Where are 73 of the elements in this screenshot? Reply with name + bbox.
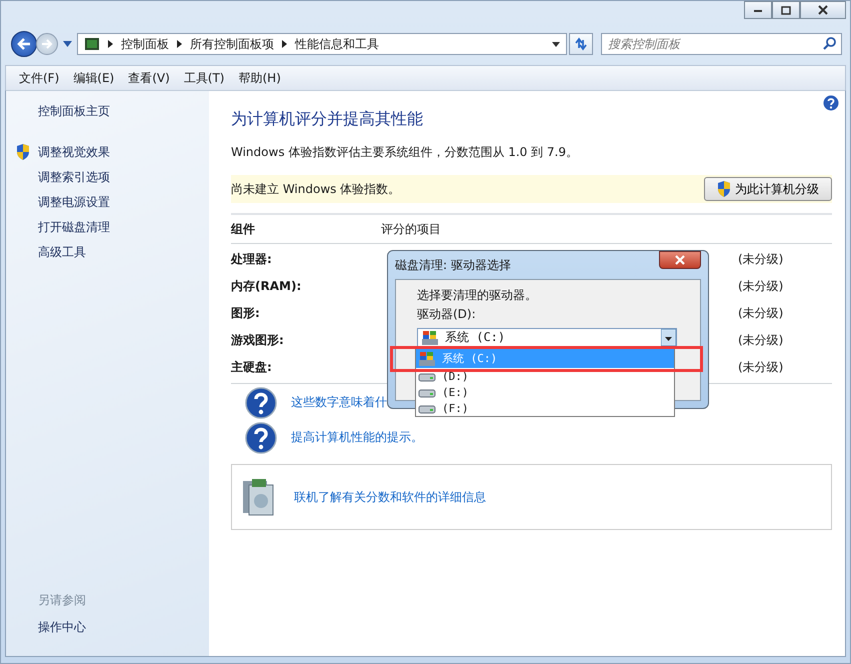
see-also-heading: 另请参阅 bbox=[38, 592, 87, 609]
drive-option[interactable]: (D:) bbox=[416, 368, 674, 384]
software-box-icon bbox=[240, 477, 276, 517]
search-icon bbox=[823, 37, 836, 50]
component-label: 图形: bbox=[231, 305, 261, 322]
close-button[interactable] bbox=[800, 1, 846, 19]
back-arrow-icon bbox=[17, 38, 31, 50]
sidebar-link[interactable]: 控制面板主页 bbox=[38, 103, 209, 120]
breadcrumb-arrow-icon[interactable] bbox=[177, 40, 182, 48]
menu-item[interactable]: 帮助(H) bbox=[238, 70, 281, 86]
address-bar[interactable]: 控制面板 所有控制面板项 性能信息和工具 bbox=[77, 33, 567, 55]
menu-item[interactable]: 文件(F) bbox=[19, 70, 60, 86]
maximize-icon bbox=[781, 6, 791, 14]
maximize-button[interactable] bbox=[772, 1, 800, 19]
help-link[interactable]: 这些数字意味着什 bbox=[291, 394, 387, 411]
question-icon bbox=[245, 386, 277, 418]
description-text: Windows 体验指数评估主要系统组件，分数范围从 1.0 到 7.9。 bbox=[231, 144, 579, 161]
control-panel-icon bbox=[84, 37, 100, 51]
shield-icon bbox=[717, 181, 731, 197]
breadcrumb-arrow-icon[interactable] bbox=[108, 40, 113, 48]
page-title: 为计算机评分并提高其性能 bbox=[231, 109, 424, 130]
drive-label: 驱动器(D): bbox=[417, 306, 477, 323]
drive-dropdown[interactable]: 系统 (C:) bbox=[417, 328, 677, 347]
column-header: 评分的项目 bbox=[381, 220, 441, 238]
windows-drive-icon bbox=[418, 350, 436, 366]
sidebar-link[interactable]: 高级工具 bbox=[38, 244, 86, 261]
score-text: (未分级) bbox=[738, 251, 784, 268]
breadcrumb[interactable]: 控制面板 bbox=[121, 36, 169, 52]
dropdown-arrow-icon[interactable] bbox=[661, 329, 676, 346]
sidebar-link[interactable]: 调整视觉效果 bbox=[38, 144, 110, 161]
sidebar-link[interactable]: 打开磁盘清理 bbox=[38, 219, 110, 236]
component-label: 内存(RAM): bbox=[231, 278, 302, 295]
sidebar-link[interactable]: 操作中心 bbox=[38, 619, 209, 636]
history-dropdown-icon[interactable] bbox=[63, 41, 72, 47]
breadcrumb[interactable]: 所有控制面板项 bbox=[190, 36, 274, 52]
sidebar-link[interactable]: 调整电源设置 bbox=[38, 194, 110, 211]
score-text: (未分级) bbox=[738, 359, 784, 376]
menu-item[interactable]: 查看(V) bbox=[128, 70, 170, 86]
drive-option[interactable]: (F:) bbox=[416, 400, 674, 416]
minimize-icon bbox=[753, 7, 763, 13]
question-icon bbox=[245, 422, 277, 454]
column-header: 组件 bbox=[231, 220, 256, 238]
sidebar-link[interactable]: 调整索引选项 bbox=[38, 169, 110, 186]
breadcrumb[interactable]: 性能信息和工具 bbox=[295, 36, 379, 52]
dialog-prompt: 选择要清理的驱动器。 bbox=[417, 287, 538, 304]
notice-text: 尚未建立 Windows 体验指数。 bbox=[231, 180, 400, 198]
menu-item[interactable]: 编辑(E) bbox=[73, 70, 114, 86]
help-link[interactable]: 提高计算机性能的提示。 bbox=[291, 429, 423, 446]
component-label: 主硬盘: bbox=[231, 359, 273, 376]
score-text: (未分级) bbox=[738, 332, 784, 349]
forward-arrow-icon bbox=[41, 39, 53, 49]
rate-computer-button[interactable]: 为此计算机分级 bbox=[704, 177, 832, 201]
search-field[interactable]: 搜索控制面板 bbox=[601, 33, 842, 55]
breadcrumb-arrow-icon[interactable] bbox=[282, 40, 287, 48]
close-button[interactable] bbox=[659, 251, 701, 269]
back-button[interactable] bbox=[11, 31, 37, 57]
dialog-title: 磁盘清理: 驱动器选择 bbox=[395, 256, 511, 274]
online-info-link[interactable]: 联机了解有关分数和软件的详细信息 bbox=[294, 488, 486, 506]
drive-option[interactable]: (E:) bbox=[416, 384, 674, 400]
shield-icon bbox=[16, 144, 30, 160]
component-label: 处理器: bbox=[231, 251, 273, 268]
close-icon bbox=[674, 255, 686, 265]
component-label: 游戏图形: bbox=[231, 332, 285, 349]
refresh-icon bbox=[573, 37, 589, 51]
help-icon[interactable] bbox=[823, 95, 839, 111]
menu-item[interactable]: 工具(T) bbox=[184, 70, 224, 86]
close-icon bbox=[817, 5, 829, 15]
windows-drive-icon bbox=[421, 330, 439, 346]
dropdown-arrow-icon[interactable] bbox=[552, 42, 560, 46]
score-text: (未分级) bbox=[738, 305, 784, 322]
refresh-button[interactable] bbox=[569, 33, 593, 55]
score-text: (未分级) bbox=[738, 278, 784, 295]
minimize-button[interactable] bbox=[744, 1, 772, 19]
